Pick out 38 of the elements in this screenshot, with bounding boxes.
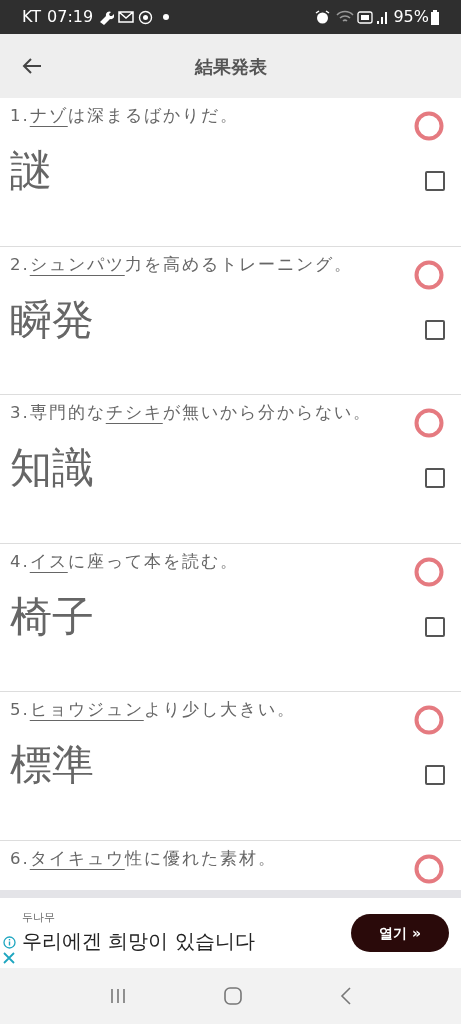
alarm-icon: [315, 9, 331, 25]
open-button[interactable]: 열기 »: [351, 914, 449, 952]
page-title: 結果発表: [194, 54, 267, 79]
circle-icon: [138, 9, 154, 25]
question-sentence: 6.タイキュウ性に優れた素材。: [10, 847, 277, 870]
wifi-icon: [336, 10, 355, 24]
review-checkbox[interactable]: [425, 319, 445, 340]
answer-kanji: 謎: [10, 150, 52, 192]
question-sentence: 4.イス に座って本を読む。: [10, 550, 239, 573]
info-icon[interactable]: [3, 936, 16, 949]
wrench-icon: [98, 9, 115, 25]
recent-apps-icon[interactable]: [108, 988, 127, 1004]
clock-text: 07:19: [47, 6, 94, 28]
carrier-text: KT: [22, 6, 42, 28]
review-checkbox[interactable]: [425, 765, 445, 785]
question-sentence: 2.シュンパツ 力を高めるトレーニング。: [10, 253, 353, 276]
review-checkbox[interactable]: [425, 616, 445, 637]
review-checkbox[interactable]: [425, 468, 445, 488]
question-sentence: 1.ナゾは深まるばかりだ。: [10, 105, 239, 127]
answer-kanji: 知識: [10, 447, 94, 489]
ad-headline: 우리에겐 희망이 있습니다: [22, 928, 256, 956]
answer-kanji: 椅子: [10, 595, 94, 638]
back-icon[interactable]: [340, 987, 353, 1005]
mail-icon: [118, 10, 135, 24]
close-icon[interactable]: [3, 952, 15, 964]
home-icon[interactable]: [224, 987, 243, 1005]
battery-percent: 95%: [393, 6, 429, 28]
hd-icon: [357, 10, 374, 24]
battery-icon: [431, 9, 439, 25]
signal-icon: [377, 10, 390, 24]
ad-brand: 두나무: [22, 909, 56, 926]
question-sentence: 5.ヒョウジュン より少し大きい。: [10, 699, 296, 721]
dot-icon: [163, 14, 170, 20]
answer-kanji: 標準: [10, 744, 94, 786]
review-checkbox[interactable]: [425, 171, 445, 191]
question-sentence: 3.専門的な チシキ が無いから分からない。: [10, 402, 372, 424]
back-arrow-icon: [22, 57, 42, 75]
answer-kanji: 瞬発: [10, 298, 94, 341]
